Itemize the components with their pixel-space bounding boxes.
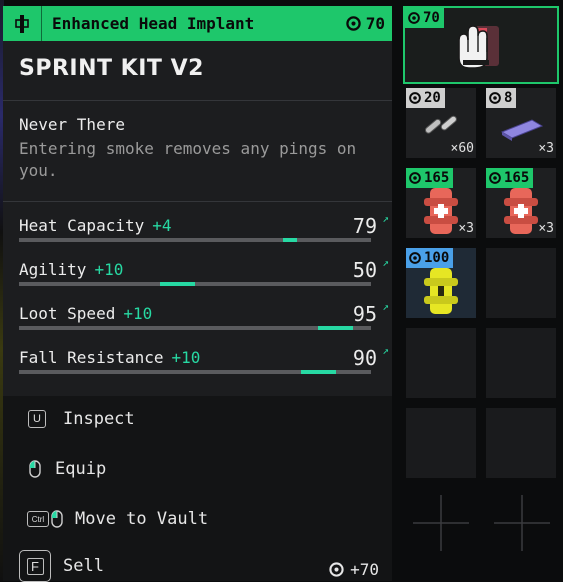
item-price-tag: 20 bbox=[406, 88, 445, 108]
empty-slot-plus-icon[interactable] bbox=[494, 495, 550, 551]
stat-agility: Agility +10 50 ↗ bbox=[19, 256, 389, 290]
equip-label: Equip bbox=[55, 459, 107, 479]
stat-label: Agility bbox=[19, 260, 87, 279]
stat-label: Fall Resistance bbox=[19, 348, 164, 367]
inspect-action[interactable]: U Inspect bbox=[19, 404, 135, 434]
stat-bar-bonus bbox=[318, 326, 354, 330]
credits-icon bbox=[489, 92, 501, 104]
inventory-slot-selected[interactable]: 70 bbox=[403, 6, 559, 84]
sell-label: Sell bbox=[63, 556, 104, 576]
move-to-vault-label: Move to Vault bbox=[75, 509, 209, 529]
inspect-label: Inspect bbox=[63, 409, 135, 429]
stat-heat-capacity: Heat Capacity +4 79 ↗ bbox=[19, 212, 389, 246]
inventory-slot[interactable]: 165 ×3 bbox=[406, 168, 476, 238]
item-price-tag: 70 bbox=[405, 8, 444, 28]
item-name: SPRINT KIT V2 bbox=[19, 56, 204, 81]
inventory-slot[interactable]: 20 ×60 bbox=[406, 88, 476, 158]
credits-icon bbox=[408, 12, 420, 24]
credits-icon bbox=[489, 172, 501, 184]
item-quantity: ×3 bbox=[538, 221, 554, 236]
item-quantity: ×3 bbox=[458, 221, 474, 236]
increase-arrow-icon: ↗ bbox=[382, 344, 389, 357]
credits-icon bbox=[409, 172, 421, 184]
inventory-slot[interactable]: 8 ×3 bbox=[486, 88, 556, 158]
item-category: Enhanced Head Implant bbox=[52, 14, 255, 33]
stat-value: 50 bbox=[352, 258, 377, 282]
stat-bar bbox=[19, 282, 371, 286]
stat-bonus: +10 bbox=[94, 260, 124, 279]
inventory-slot[interactable]: 165 ×3 bbox=[486, 168, 556, 238]
key-u-icon: U bbox=[28, 410, 46, 428]
stat-label: Loot Speed bbox=[19, 304, 116, 323]
credits-icon bbox=[346, 16, 361, 31]
inventory-slot-empty[interactable] bbox=[486, 248, 556, 318]
inventory-slot-empty[interactable] bbox=[486, 328, 556, 398]
item-price-tag: 100 bbox=[406, 248, 454, 268]
stat-bonus: +10 bbox=[123, 304, 153, 323]
stat-bonus: +10 bbox=[171, 348, 201, 367]
empty-slot-plus-icon[interactable] bbox=[413, 495, 469, 551]
item-price-tag: 8 bbox=[486, 88, 517, 108]
perk-title: Never There bbox=[19, 115, 125, 134]
tooltip-header: Enhanced Head Implant 70 bbox=[3, 6, 392, 41]
mouse-left-click-icon bbox=[51, 510, 63, 528]
credits-icon bbox=[329, 562, 344, 577]
medkit-icon bbox=[504, 188, 538, 234]
key-f-icon: F bbox=[19, 550, 51, 582]
sell-price: +70 bbox=[329, 560, 379, 579]
stat-bar-bonus bbox=[300, 370, 336, 374]
stat-bonus: +4 bbox=[152, 216, 172, 235]
divider bbox=[3, 100, 392, 101]
stat-loot-speed: Loot Speed +10 95 ↗ bbox=[19, 300, 389, 334]
divider bbox=[3, 201, 392, 202]
inventory-slot-empty[interactable] bbox=[406, 328, 476, 398]
item-quantity: ×60 bbox=[450, 141, 474, 156]
item-price-tag: 165 bbox=[406, 168, 454, 188]
stat-value: 95 bbox=[352, 302, 377, 326]
move-to-vault-action[interactable]: Ctrl Move to Vault bbox=[19, 504, 208, 534]
stat-fall-resistance: Fall Resistance +10 90 ↗ bbox=[19, 344, 389, 378]
item-price-tag: 165 bbox=[486, 168, 534, 188]
credits-icon bbox=[409, 252, 421, 264]
equip-action[interactable]: Equip bbox=[19, 454, 106, 484]
stat-bar-bonus bbox=[283, 238, 298, 242]
implant-category-icon bbox=[3, 6, 42, 41]
sell-action[interactable]: F Sell bbox=[19, 550, 104, 582]
perk-description: Entering smoke removes any pings on you. bbox=[19, 139, 357, 180]
inventory-slot-empty[interactable] bbox=[406, 408, 476, 478]
stat-value: 79 bbox=[352, 214, 377, 238]
battery-icon bbox=[500, 119, 544, 141]
stat-bar bbox=[19, 238, 371, 242]
increase-arrow-icon: ↗ bbox=[382, 212, 389, 225]
credits-icon bbox=[409, 92, 421, 104]
item-quantity: ×3 bbox=[538, 141, 554, 156]
stat-bar-bonus bbox=[159, 282, 195, 286]
key-ctrl-icon: Ctrl bbox=[27, 511, 49, 527]
inventory-slot[interactable]: 100 bbox=[406, 248, 476, 318]
item-tooltip: Enhanced Head Implant 70 SPRINT KIT V2 N… bbox=[3, 6, 392, 582]
stat-label: Heat Capacity bbox=[19, 216, 145, 235]
medkit-icon bbox=[424, 188, 458, 234]
glove-implant-icon bbox=[458, 25, 499, 69]
increase-arrow-icon: ↗ bbox=[382, 300, 389, 313]
stat-value: 90 bbox=[352, 346, 377, 370]
increase-arrow-icon: ↗ bbox=[382, 256, 389, 269]
yellow-implant-icon bbox=[424, 268, 458, 314]
inventory-slot-empty[interactable] bbox=[486, 408, 556, 478]
header-price: 70 bbox=[346, 14, 385, 33]
mouse-left-click-icon bbox=[29, 460, 41, 478]
